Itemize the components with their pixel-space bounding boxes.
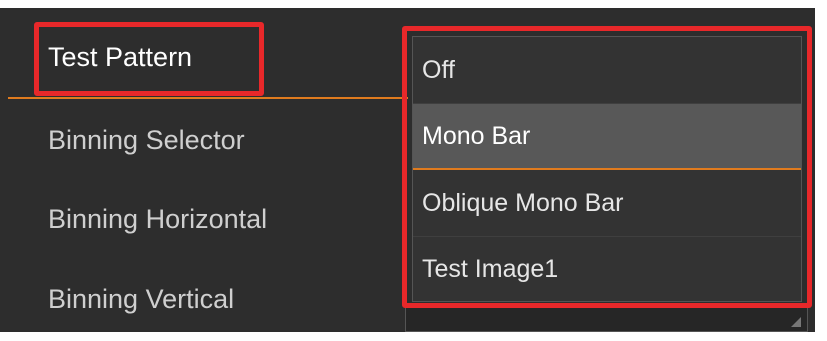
top-margin (0, 0, 827, 8)
selected-row-separator (8, 97, 408, 99)
binning-vertical-field[interactable] (405, 306, 808, 332)
property-label-binning-horizontal[interactable]: Binning Horizontal (48, 206, 267, 233)
highlight-box-label (34, 22, 264, 96)
property-label-binning-vertical[interactable]: Binning Vertical (48, 286, 234, 313)
highlight-box-dropdown (402, 26, 812, 308)
property-panel: Test Pattern Binning Selector Binning Ho… (0, 0, 827, 341)
property-label-binning-selector[interactable]: Binning Selector (48, 127, 245, 154)
resize-grip-icon (791, 317, 801, 327)
right-margin (815, 0, 827, 341)
